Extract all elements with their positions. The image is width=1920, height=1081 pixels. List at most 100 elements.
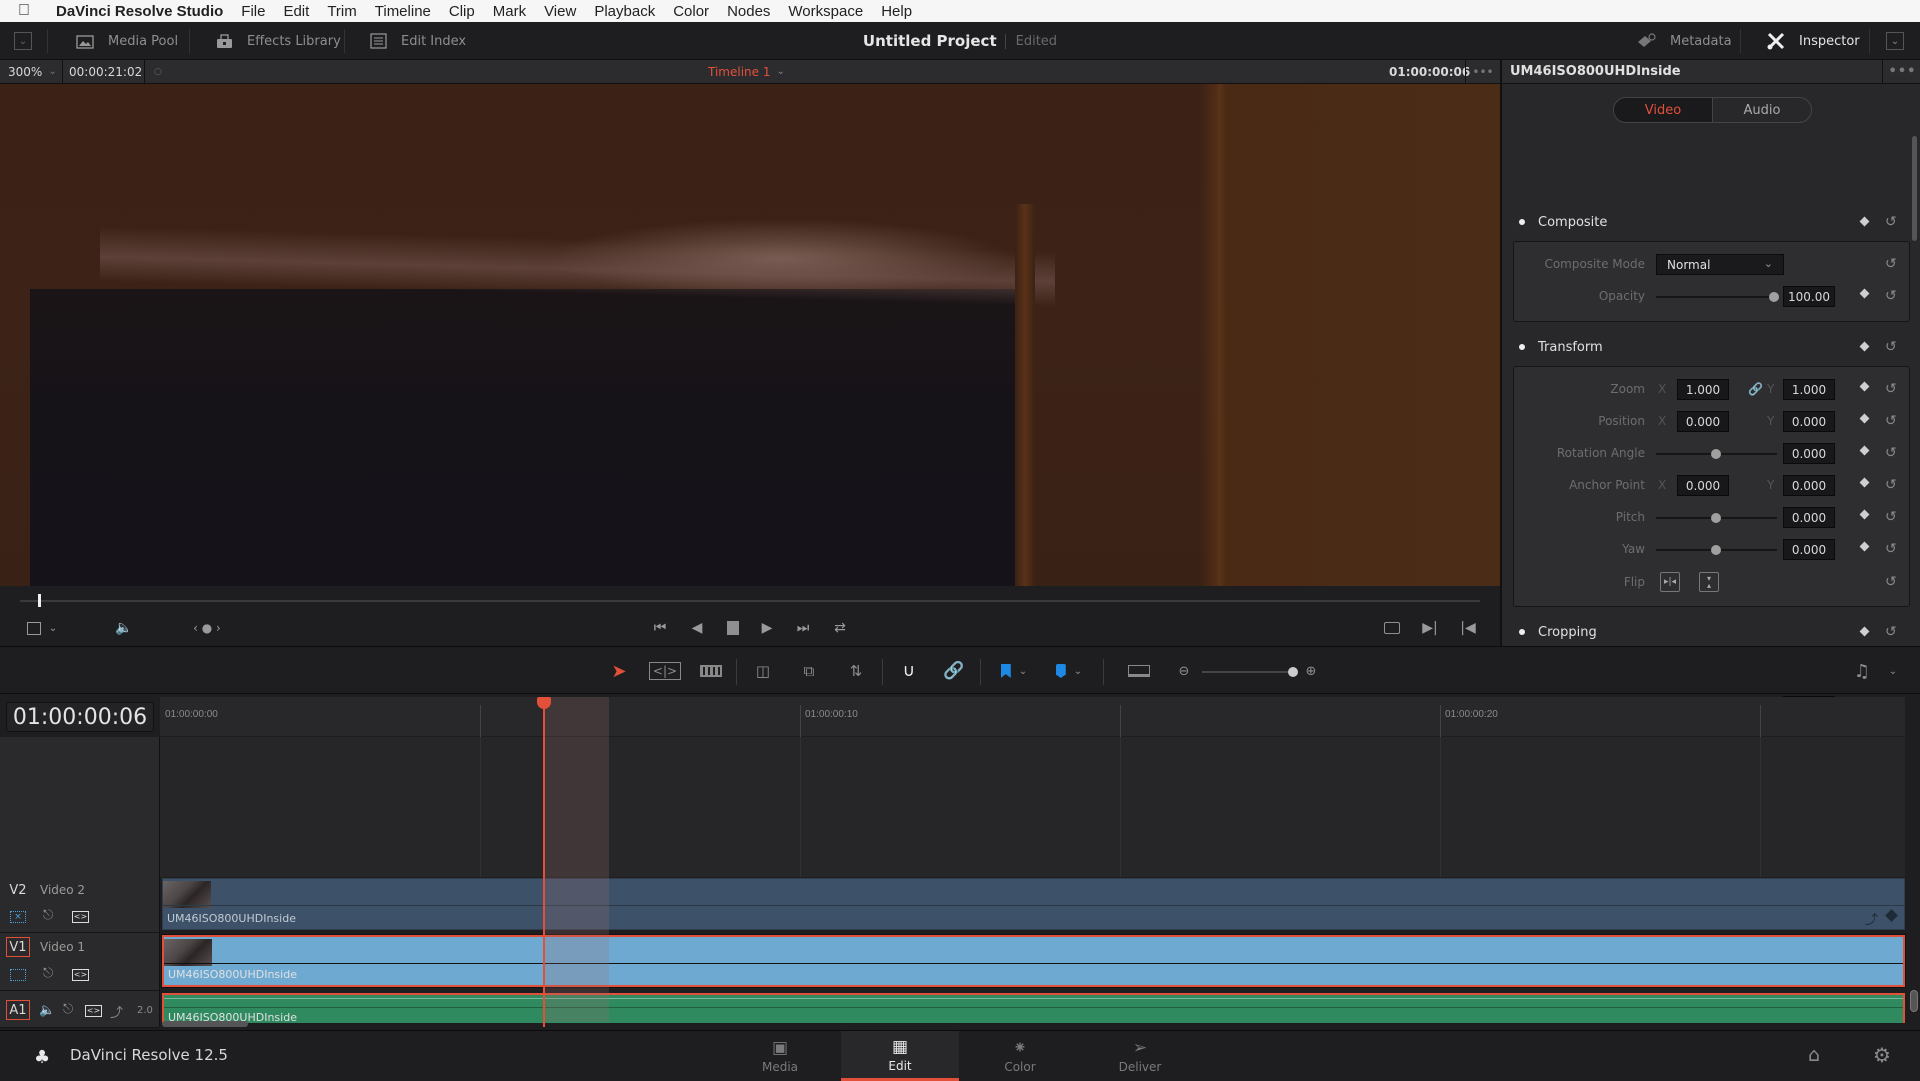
reset-icon[interactable]: ↺ (1885, 509, 1901, 525)
menu-help[interactable]: Help (881, 3, 912, 20)
play-reverse-button[interactable]: ◀ (685, 616, 709, 640)
insert-clip-button[interactable]: ◫ (748, 659, 778, 683)
position-x-field[interactable]: 0.000 (1677, 411, 1729, 432)
slider-knob[interactable] (1769, 292, 1779, 302)
transform-section-header[interactable]: Transform ↺ (1502, 335, 1920, 359)
media-pool-button[interactable]: Media Pool (76, 22, 178, 60)
timeline-ruler[interactable]: 01:00:00:00 01:00:00:10 01:00:00:20 (160, 697, 1905, 737)
tab-audio[interactable]: Audio (1712, 98, 1811, 122)
timeline-clip-v2[interactable]: UM46ISO800UHDInside ⤴ (162, 878, 1905, 930)
next-edit-button[interactable]: ▶​| (1418, 616, 1442, 640)
replace-clip-button[interactable]: ⇅ (842, 659, 870, 683)
track-output-icon[interactable]: <> (72, 911, 89, 923)
zoom-in-button[interactable]: ⊕ (1303, 659, 1319, 683)
timeline-view-options-button[interactable] (1126, 659, 1152, 683)
lock-icon[interactable]: ⎋ (43, 966, 53, 981)
timeline-clip-a1[interactable]: UM46ISO800UHDInside (162, 993, 1905, 1023)
snapping-toggle[interactable]: ∪ (898, 659, 920, 683)
page-deliver[interactable]: ➢ Deliver (1081, 1031, 1199, 1081)
menu-edit[interactable]: Edit (283, 3, 309, 20)
go-to-end-button[interactable]: ⏭ (791, 616, 815, 640)
reset-icon[interactable]: ↺ (1885, 288, 1901, 304)
track-id[interactable]: A1 (6, 1000, 30, 1020)
reset-icon[interactable]: ↺ (1885, 574, 1901, 590)
apple-icon[interactable]:  (18, 2, 40, 20)
timeline-clip-v1[interactable]: UM46ISO800UHDInside (161, 934, 1906, 988)
menu-nodes[interactable]: Nodes (727, 3, 770, 20)
reset-icon[interactable]: ↺ (1885, 445, 1901, 461)
keyframe-icon[interactable] (1859, 509, 1870, 520)
timeline-selector[interactable]: Timeline 1 ⌄ (708, 60, 785, 83)
keyframe-icon[interactable] (1859, 381, 1870, 392)
yaw-field[interactable]: 0.000 (1783, 539, 1835, 560)
keyframe-icon[interactable] (1885, 909, 1898, 922)
panel-toggle-button[interactable]: ⌄ (14, 22, 32, 60)
keyframe-icon[interactable] (1859, 288, 1870, 299)
pitch-slider[interactable] (1656, 513, 1777, 523)
slider-knob[interactable] (1711, 513, 1721, 523)
speaker-icon[interactable]: 🔈 (39, 1003, 55, 1018)
timeline-vertical-scrollbar[interactable] (1910, 990, 1918, 1012)
zoom-x-field[interactable]: 1.000 (1677, 379, 1729, 400)
previous-edit-button[interactable]: |◀ (1456, 616, 1480, 640)
reset-icon[interactable]: ↺ (1885, 413, 1901, 429)
marker-dropdown[interactable]: ⌄ (1053, 659, 1085, 683)
edit-index-button[interactable]: Edit Index (370, 22, 466, 60)
track-output-icon[interactable]: <> (72, 969, 89, 981)
slider-knob[interactable] (1711, 449, 1721, 459)
menu-view[interactable]: View (544, 3, 576, 20)
composite-mode-dropdown[interactable]: Normal ⌄ (1656, 254, 1784, 275)
metadata-button[interactable]: Metadata (1636, 22, 1732, 60)
scrubber-handle[interactable] (38, 594, 41, 607)
section-enabled-icon[interactable] (1519, 219, 1525, 225)
menu-file[interactable]: File (241, 3, 265, 20)
rotation-slider[interactable] (1656, 449, 1777, 459)
reset-icon[interactable]: ↺ (1885, 214, 1901, 230)
timeline-horizontal-scrollbar[interactable] (162, 1021, 248, 1027)
page-media[interactable]: ▣ Media (721, 1031, 839, 1081)
curve-icon[interactable]: ⤴ (1865, 909, 1878, 928)
play-button[interactable]: ▶ (755, 616, 779, 640)
menu-timeline[interactable]: Timeline (375, 3, 431, 20)
keyframe-icon[interactable] (1859, 445, 1870, 456)
opacity-slider[interactable] (1656, 292, 1779, 302)
speaker-icon[interactable]: 🔈 (112, 616, 136, 640)
reset-icon[interactable]: ↺ (1885, 381, 1901, 397)
reset-icon[interactable]: ↺ (1885, 624, 1901, 640)
trim-tool-button[interactable]: <|> (648, 659, 682, 683)
effects-library-button[interactable]: Effects Library (216, 22, 341, 60)
composite-section-header[interactable]: Composite ↺ (1502, 210, 1920, 234)
track-id[interactable]: V1 (6, 937, 30, 957)
slider-knob[interactable] (1711, 545, 1721, 555)
chevron-down-icon[interactable]: ⌄ (1885, 659, 1901, 683)
yaw-slider[interactable] (1656, 545, 1777, 555)
anchor-y-field[interactable]: 0.000 (1783, 475, 1835, 496)
playhead[interactable] (543, 697, 545, 1027)
page-color[interactable]: ⁕ Color (961, 1031, 1079, 1081)
section-enabled-icon[interactable] (1519, 629, 1525, 635)
stop-button[interactable] (721, 616, 745, 640)
keyframe-icon[interactable] (1859, 413, 1870, 424)
menu-mark[interactable]: Mark (493, 3, 526, 20)
app-menu[interactable]: DaVinci Resolve Studio (56, 3, 223, 20)
overwrite-clip-button[interactable]: ⧉ (797, 659, 821, 683)
section-enabled-icon[interactable] (1519, 344, 1525, 350)
timeline-timecode[interactable]: 01:00:00:06 (6, 702, 154, 732)
menu-playback[interactable]: Playback (594, 3, 655, 20)
keyframe-icon[interactable] (1859, 216, 1870, 227)
menu-workspace[interactable]: Workspace (788, 3, 863, 20)
lock-icon[interactable]: ⎋ (63, 1002, 73, 1017)
reset-icon[interactable]: ↺ (1885, 541, 1901, 557)
loop-button[interactable]: ⇄ (828, 616, 852, 640)
opacity-field[interactable]: 100.00 (1783, 286, 1835, 307)
zoom-out-button[interactable]: ⊖ (1176, 659, 1192, 683)
menu-clip[interactable]: Clip (449, 3, 475, 20)
reset-icon[interactable]: ↺ (1885, 256, 1901, 272)
flip-vertical-button[interactable]: ▾ ▴ (1699, 572, 1719, 592)
auto-select-icon[interactable] (10, 969, 26, 981)
timeline-zoom-slider[interactable] (1202, 667, 1298, 677)
cropping-section-header[interactable]: Cropping ↺ (1502, 620, 1920, 644)
viewer-options-button[interactable]: ••• (1465, 60, 1500, 83)
reset-icon[interactable]: ↺ (1885, 477, 1901, 493)
match-frame-button[interactable] (1380, 616, 1404, 640)
